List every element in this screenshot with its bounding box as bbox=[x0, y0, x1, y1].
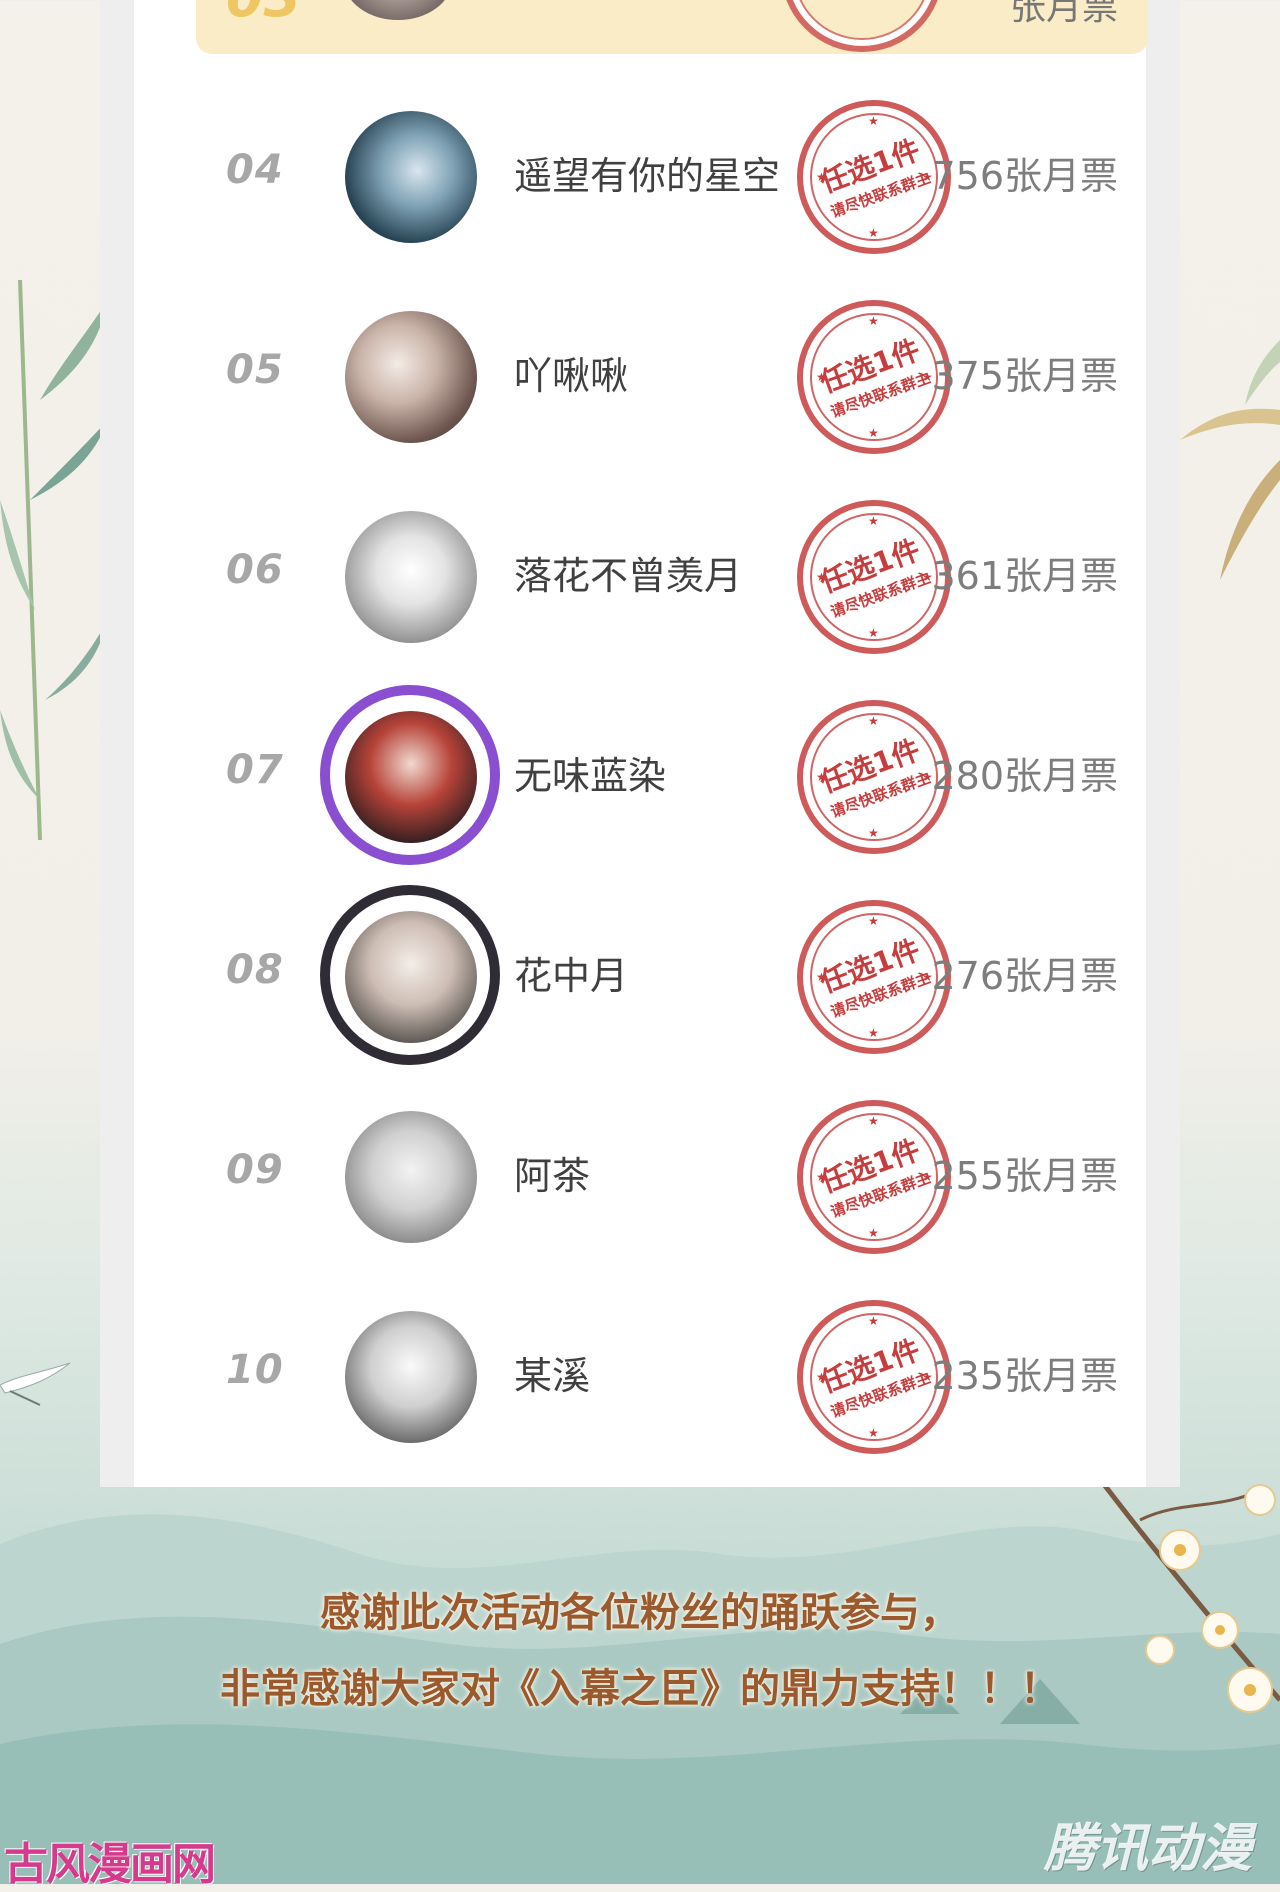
avatar[interactable] bbox=[345, 511, 477, 643]
fan-name: 无味蓝染 bbox=[514, 754, 667, 798]
ranking-row-partial: 03 张月票 bbox=[196, 0, 1148, 54]
avatar[interactable] bbox=[345, 1111, 477, 1243]
fan-name: 阿茶 bbox=[514, 1154, 591, 1198]
fan-name: 花中月 bbox=[514, 954, 629, 998]
avatar[interactable] bbox=[345, 111, 477, 243]
ranking-row: 07 无味蓝染 任选1件 请尽快联系群主 ★ ★ ★ ★ 280张月票 bbox=[196, 675, 1148, 875]
ranking-panel: 03 张月票 04 遥望有你的星空 任选1件 请尽快联系群主 ★★★★ 756张… bbox=[100, 0, 1180, 1487]
vote-count: 276张月票 bbox=[931, 954, 1118, 998]
rank-number: 09 bbox=[226, 1147, 284, 1193]
svg-text:★: ★ bbox=[868, 226, 879, 240]
svg-text:★: ★ bbox=[816, 1170, 827, 1184]
avatar[interactable] bbox=[345, 911, 477, 1043]
svg-text:★: ★ bbox=[816, 970, 827, 984]
svg-text:★: ★ bbox=[868, 1114, 879, 1128]
svg-text:★: ★ bbox=[868, 626, 879, 640]
svg-text:★: ★ bbox=[868, 1226, 879, 1240]
rank-number: 03 bbox=[226, 0, 301, 29]
vote-count: 张月票 bbox=[1009, 0, 1118, 28]
svg-text:★: ★ bbox=[816, 770, 827, 784]
svg-text:★: ★ bbox=[868, 514, 879, 528]
vote-count: 255张月票 bbox=[931, 1154, 1118, 1198]
svg-text:★: ★ bbox=[868, 1026, 879, 1040]
svg-text:★: ★ bbox=[868, 426, 879, 440]
crane-decoration bbox=[0, 1362, 71, 1406]
avatar[interactable] bbox=[345, 711, 477, 843]
svg-text:★: ★ bbox=[868, 114, 879, 128]
svg-text:★: ★ bbox=[868, 314, 879, 328]
prize-stamp: 任选1件 请尽快联系群主 ★★★ ★ bbox=[797, 700, 951, 854]
ranking-row: 10 某溪 任选1件 请尽快联系群主 ★ ★ ★ ★ 235张月票 bbox=[196, 1275, 1148, 1475]
rank-number: 10 bbox=[226, 1347, 284, 1393]
svg-text:★: ★ bbox=[868, 1314, 879, 1328]
rank-number: 07 bbox=[226, 747, 284, 793]
fan-name: 吖啾啾 bbox=[514, 354, 629, 398]
watermark-right: 腾讯动漫 bbox=[1043, 1819, 1252, 1879]
svg-text:★: ★ bbox=[868, 826, 879, 840]
bamboo-right-decoration bbox=[1180, 340, 1280, 580]
vote-count: 280张月票 bbox=[931, 754, 1118, 798]
rank-number: 05 bbox=[226, 347, 284, 393]
thanks-message-line-1: 感谢此次活动各位粉丝的踊跃参与， bbox=[320, 1589, 960, 1636]
prize-stamp: 任选1件 请尽快联系群主 ★★★ ★ bbox=[797, 300, 951, 454]
fan-name: 某溪 bbox=[514, 1354, 591, 1398]
thanks-message-line-2: 非常感谢大家对《入幕之臣》的鼎力支持！！！ bbox=[220, 1665, 1060, 1712]
prize-stamp: 任选1件 请尽快联系群主 ★★★ ★ bbox=[797, 1300, 951, 1454]
vote-count: 361张月票 bbox=[931, 554, 1118, 598]
avatar[interactable] bbox=[345, 1311, 477, 1443]
fan-name: 落花不曾羡月 bbox=[514, 554, 743, 598]
svg-text:★: ★ bbox=[816, 1370, 827, 1384]
rank-number: 06 bbox=[226, 547, 284, 593]
avatar bbox=[344, 0, 452, 20]
bamboo-left-decoration bbox=[0, 280, 108, 840]
rank-number: 08 bbox=[226, 947, 284, 993]
watermark-left: 古风漫画网 bbox=[4, 1839, 216, 1890]
svg-text:★: ★ bbox=[816, 570, 827, 584]
ranking-row: 08 花中月 任选1件 请尽快联系群主 ★ ★ ★ ★ 276张月票 bbox=[196, 875, 1148, 1075]
ranking-row: 09 阿茶 任选1件 请尽快联系群主 ★ ★ ★ ★ 255张月票 bbox=[196, 1075, 1148, 1275]
ranking-row: 06 落花不曾羡月 任选1件 请尽快联系群主 ★ ★ ★ ★ 361张月票 bbox=[196, 475, 1148, 675]
prize-stamp: 任选1件 请尽快联系群主 ★★★ ★ bbox=[797, 900, 951, 1054]
prize-stamp bbox=[781, 0, 943, 52]
rank-number: 04 bbox=[226, 147, 284, 193]
prize-stamp: 任选1件 请尽快联系群主 ★★★ ★ bbox=[797, 500, 951, 654]
avatar[interactable] bbox=[345, 311, 477, 443]
ranking-list: 03 张月票 04 遥望有你的星空 任选1件 请尽快联系群主 ★★★★ 756张… bbox=[134, 0, 1148, 1487]
vote-count: 235张月票 bbox=[931, 1354, 1118, 1398]
svg-text:★: ★ bbox=[868, 714, 879, 728]
ranking-row: 04 遥望有你的星空 任选1件 请尽快联系群主 ★ ★ ★ ★ 756张月票 bbox=[196, 75, 1148, 275]
svg-text:★: ★ bbox=[816, 170, 827, 184]
prize-stamp: 任选1件 请尽快联系群主 ★★★ ★ bbox=[797, 1100, 951, 1254]
vote-count: 756张月票 bbox=[931, 154, 1118, 198]
prize-stamp: 任选1件 请尽快联系群主 ★★★ ★ bbox=[797, 100, 951, 254]
vote-count: 375张月票 bbox=[931, 354, 1118, 398]
svg-text:★: ★ bbox=[868, 914, 879, 928]
svg-text:★: ★ bbox=[816, 370, 827, 384]
ranking-row: 05 吖啾啾 任选1件 请尽快联系群主 ★ ★ ★ ★ 375张月票 bbox=[196, 275, 1148, 475]
svg-text:★: ★ bbox=[868, 1426, 879, 1440]
fan-name: 遥望有你的星空 bbox=[514, 154, 781, 198]
